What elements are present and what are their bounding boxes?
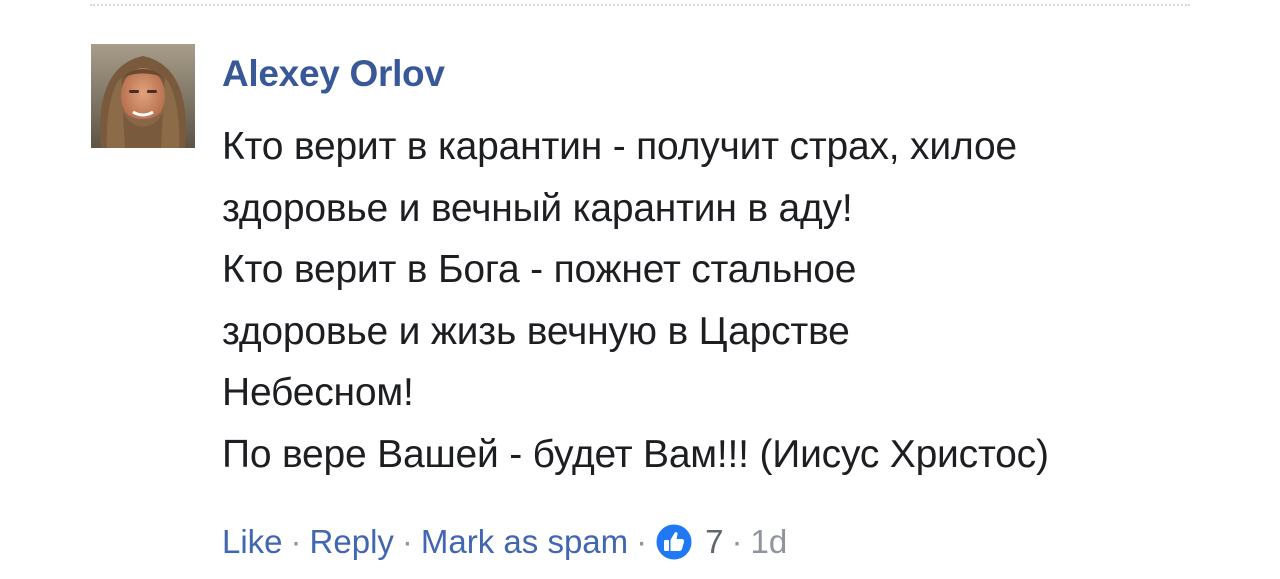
separator: · [290,523,302,560]
like-thumb-icon[interactable] [655,523,693,561]
reaction-count[interactable]: 7 [705,523,723,561]
reply-button[interactable]: Reply [310,523,394,561]
top-divider [90,4,1190,6]
timestamp[interactable]: 1d [751,523,788,561]
mark-as-spam-button[interactable]: Mark as spam [421,523,628,561]
separator: · [731,523,743,560]
comment-text: Кто верит в карантин - получит страх, хи… [222,116,1222,485]
avatar[interactable] [91,44,195,148]
comment-line: здоровье и вечный карантин в аду! [222,186,853,230]
separator: · [401,523,413,560]
comment: Alexey Orlov Кто верит в карантин - полу… [222,48,1222,485]
avatar-photo [91,44,195,148]
comment-line: Кто верит в Бога - пожнет стальное [222,248,857,291]
comment-line: Небесном! [222,371,414,414]
like-button[interactable]: Like [222,523,283,561]
comment-line: По вере Вашей - будет Вам!!! (Иисус Хрис… [222,432,1049,476]
author-name[interactable]: Alexey Orlov [222,48,445,100]
comment-line: Кто верит в карантин - получит страх, хи… [222,125,1017,168]
separator: · [636,523,648,560]
comment-actions: Like · Reply · Mark as spam · 7 · 1d [222,518,787,566]
comment-line: здоровье и жизь вечную в Царстве [222,309,850,353]
comment-page: Alexey Orlov Кто верит в карантин - полу… [0,0,1280,579]
